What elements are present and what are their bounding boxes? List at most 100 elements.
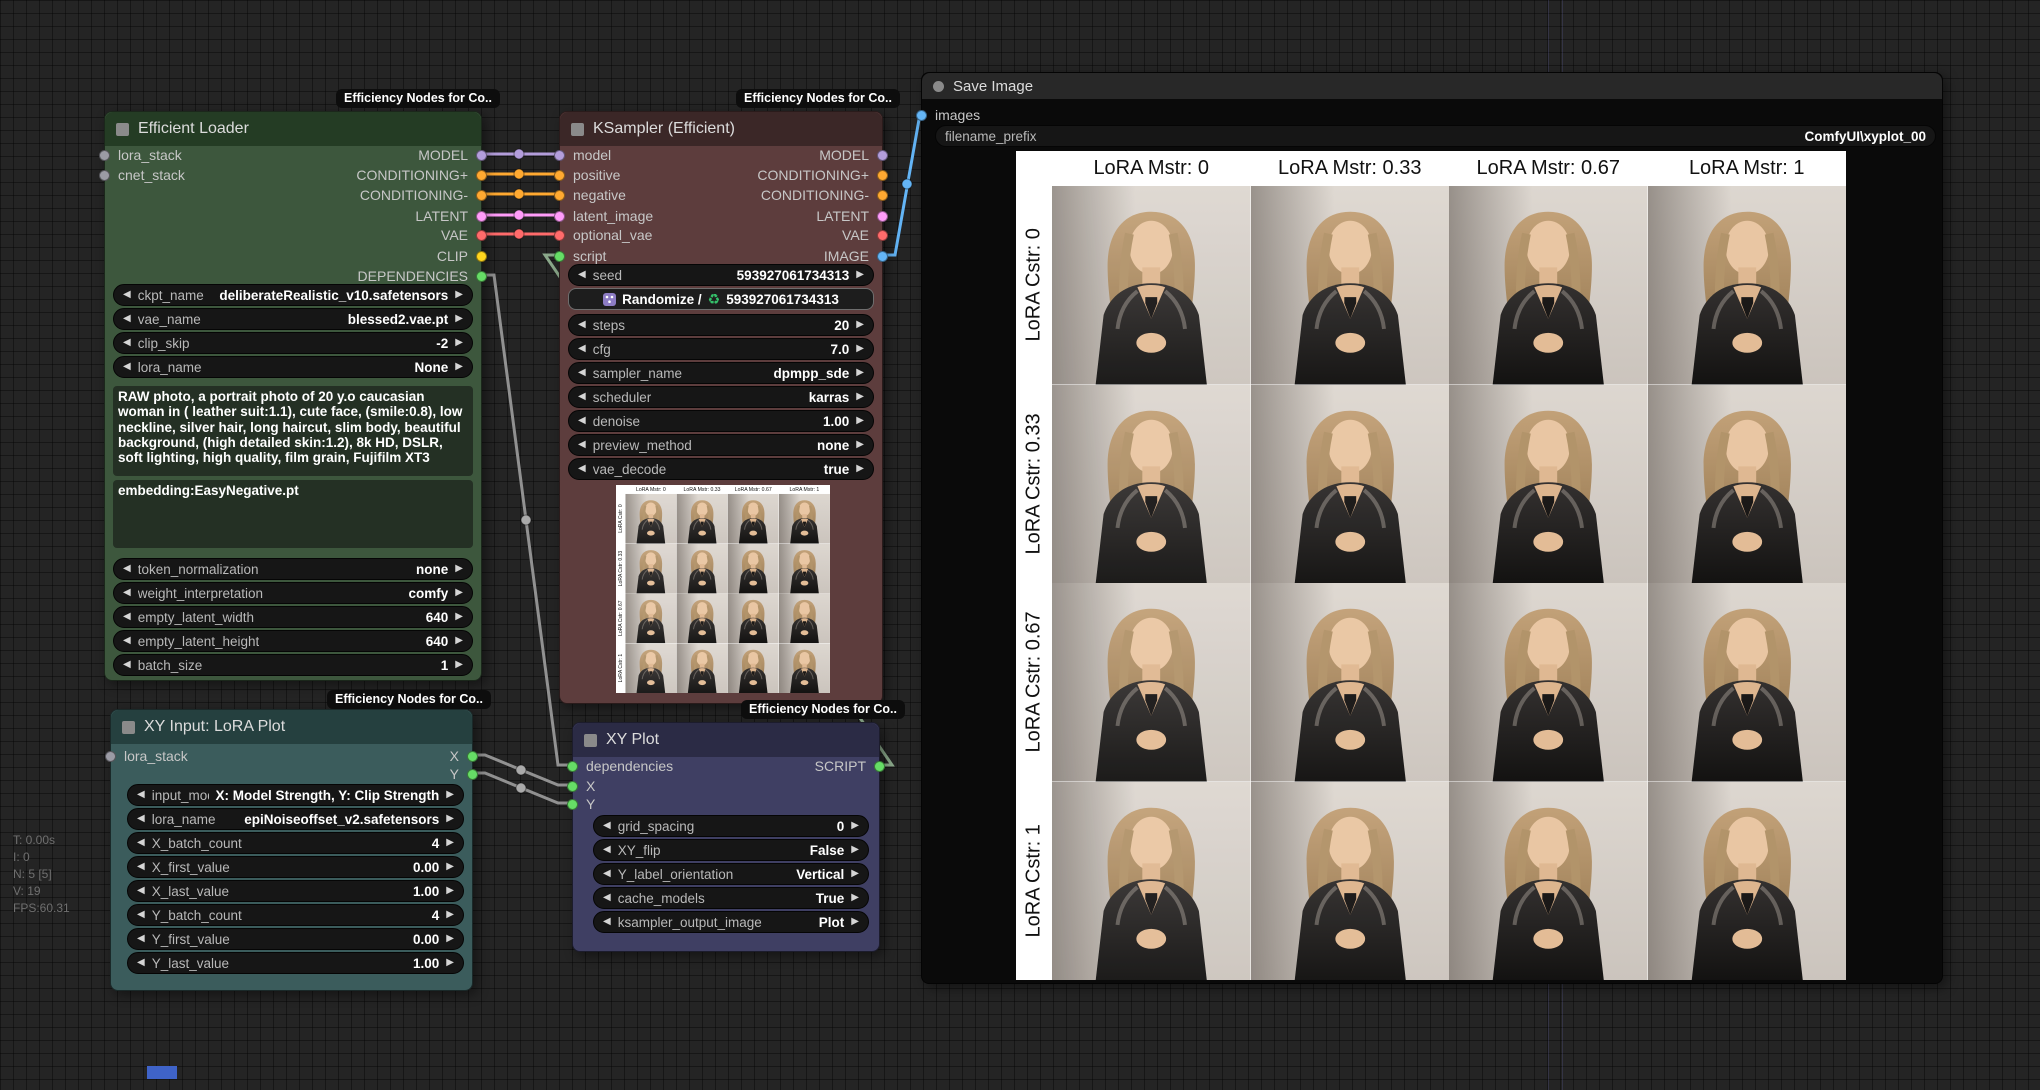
- right-arrow-icon[interactable]: ▶: [455, 314, 463, 324]
- right-arrow-icon[interactable]: ▶: [446, 862, 454, 872]
- widget-y-batch-count[interactable]: ◀Y_batch_count4▶: [127, 904, 464, 926]
- widget-y-first-value[interactable]: ◀Y_first_value0.00▶: [127, 928, 464, 950]
- right-arrow-icon[interactable]: ▶: [856, 320, 864, 330]
- right-arrow-icon[interactable]: ▶: [851, 917, 859, 927]
- port-dot[interactable]: [476, 271, 487, 282]
- widget-sampler-name[interactable]: ◀sampler_namedpmpp_sde▶: [568, 362, 874, 384]
- port-dot[interactable]: [476, 230, 487, 241]
- right-arrow-icon[interactable]: ▶: [856, 392, 864, 402]
- widget-cfg[interactable]: ◀cfg7.0▶: [568, 338, 874, 360]
- input-optional-vae[interactable]: optional_vae: [560, 225, 652, 245]
- right-arrow-icon[interactable]: ▶: [446, 790, 454, 800]
- node-titlebar[interactable]: Efficient Loader: [105, 112, 481, 146]
- left-arrow-icon[interactable]: ◀: [137, 886, 145, 896]
- right-arrow-icon[interactable]: ▶: [455, 636, 463, 646]
- left-arrow-icon[interactable]: ◀: [603, 869, 611, 879]
- left-arrow-icon[interactable]: ◀: [578, 440, 586, 450]
- output-latent[interactable]: LATENT: [816, 206, 882, 226]
- left-arrow-icon[interactable]: ◀: [137, 838, 145, 848]
- port-dot[interactable]: [554, 230, 565, 241]
- widget-x-batch-count[interactable]: ◀X_batch_count4▶: [127, 832, 464, 854]
- input-model[interactable]: model: [560, 145, 611, 165]
- node-xy-plot[interactable]: XY Plot dependencies X Y SCRIPT ◀grid_sp…: [572, 722, 880, 952]
- left-arrow-icon[interactable]: ◀: [578, 270, 586, 280]
- right-arrow-icon[interactable]: ▶: [856, 416, 864, 426]
- widget-batch-size[interactable]: ◀batch_size1▶: [113, 654, 473, 676]
- node-ksampler-efficient[interactable]: KSampler (Efficient) model positive nega…: [559, 111, 883, 704]
- port-dot[interactable]: [467, 751, 478, 762]
- output-vae[interactable]: VAE: [441, 225, 481, 245]
- left-arrow-icon[interactable]: ◀: [137, 814, 145, 824]
- left-arrow-icon[interactable]: ◀: [578, 344, 586, 354]
- port-dot[interactable]: [467, 769, 478, 780]
- node-titlebar[interactable]: XY Input: LoRA Plot: [111, 710, 472, 744]
- input-cnet-stack[interactable]: cnet_stack: [105, 165, 185, 185]
- output-vae[interactable]: VAE: [842, 225, 882, 245]
- widget-cache-models[interactable]: ◀cache_modelsTrue▶: [593, 887, 869, 909]
- right-arrow-icon[interactable]: ▶: [856, 344, 864, 354]
- input-positive[interactable]: positive: [560, 165, 620, 185]
- port-dot[interactable]: [554, 150, 565, 161]
- port-dot[interactable]: [99, 170, 110, 181]
- widget-denoise[interactable]: ◀denoise1.00▶: [568, 410, 874, 432]
- node-collapse-icon[interactable]: [933, 81, 944, 92]
- right-arrow-icon[interactable]: ▶: [446, 838, 454, 848]
- output-conditioning-plus[interactable]: CONDITIONING+: [757, 165, 882, 185]
- widget-xy-flip[interactable]: ◀XY_flipFalse▶: [593, 839, 869, 861]
- left-arrow-icon[interactable]: ◀: [123, 290, 131, 300]
- right-arrow-icon[interactable]: ▶: [851, 869, 859, 879]
- right-arrow-icon[interactable]: ▶: [455, 362, 463, 372]
- output-conditioning-minus[interactable]: CONDITIONING-: [761, 185, 882, 205]
- left-arrow-icon[interactable]: ◀: [123, 612, 131, 622]
- widget-lora-name[interactable]: ◀lora_nameepiNoiseoffset_v2.safetensors▶: [127, 808, 464, 830]
- output-latent[interactable]: LATENT: [415, 206, 481, 226]
- port-dot[interactable]: [554, 190, 565, 201]
- input-x[interactable]: X: [573, 776, 595, 796]
- port-dot[interactable]: [476, 211, 487, 222]
- input-latent-image[interactable]: latent_image: [560, 206, 653, 226]
- input-negative[interactable]: negative: [560, 185, 626, 205]
- node-titlebar[interactable]: XY Plot: [573, 723, 879, 757]
- port-dot[interactable]: [554, 251, 565, 262]
- widget-scheduler[interactable]: ◀schedulerkarras▶: [568, 386, 874, 408]
- output-y[interactable]: Y: [450, 764, 472, 784]
- right-arrow-icon[interactable]: ▶: [455, 564, 463, 574]
- left-arrow-icon[interactable]: ◀: [123, 338, 131, 348]
- output-model[interactable]: MODEL: [819, 145, 882, 165]
- left-arrow-icon[interactable]: ◀: [603, 845, 611, 855]
- widget-y-last-value[interactable]: ◀Y_last_value1.00▶: [127, 952, 464, 974]
- widget-x-first-value[interactable]: ◀X_first_value0.00▶: [127, 856, 464, 878]
- right-arrow-icon[interactable]: ▶: [446, 886, 454, 896]
- widget-weight-interpretation[interactable]: ◀weight_interpretationcomfy▶: [113, 582, 473, 604]
- left-arrow-icon[interactable]: ◀: [137, 790, 145, 800]
- left-arrow-icon[interactable]: ◀: [578, 464, 586, 474]
- port-dot[interactable]: [877, 190, 888, 201]
- output-model[interactable]: MODEL: [418, 145, 481, 165]
- port-dot[interactable]: [476, 150, 487, 161]
- left-arrow-icon[interactable]: ◀: [123, 636, 131, 646]
- right-arrow-icon[interactable]: ▶: [455, 588, 463, 598]
- right-arrow-icon[interactable]: ▶: [856, 270, 864, 280]
- left-arrow-icon[interactable]: ◀: [603, 893, 611, 903]
- widget-vae-name[interactable]: ◀vae_nameblessed2.vae.pt▶: [113, 308, 473, 330]
- left-arrow-icon[interactable]: ◀: [603, 917, 611, 927]
- input-images[interactable]: images: [922, 105, 980, 125]
- right-arrow-icon[interactable]: ▶: [851, 893, 859, 903]
- port-dot[interactable]: [476, 251, 487, 262]
- output-dependencies[interactable]: DEPENDENCIES: [358, 266, 481, 286]
- port-dot[interactable]: [476, 170, 487, 181]
- negative-prompt-textarea[interactable]: embedding:EasyNegative.pt: [113, 480, 473, 548]
- output-script[interactable]: SCRIPT: [815, 756, 879, 776]
- widget-clip-skip[interactable]: ◀clip_skip-2▶: [113, 332, 473, 354]
- right-arrow-icon[interactable]: ▶: [446, 814, 454, 824]
- left-arrow-icon[interactable]: ◀: [123, 314, 131, 324]
- widget-steps[interactable]: ◀steps20▶: [568, 314, 874, 336]
- port-dot[interactable]: [877, 251, 888, 262]
- widget-vae-decode[interactable]: ◀vae_decodetrue▶: [568, 458, 874, 480]
- widget-preview-method[interactable]: ◀preview_methodnone▶: [568, 434, 874, 456]
- output-conditioning-minus[interactable]: CONDITIONING-: [360, 185, 481, 205]
- right-arrow-icon[interactable]: ▶: [446, 934, 454, 944]
- input-lora-stack[interactable]: lora_stack: [111, 746, 188, 766]
- widget-filename-prefix[interactable]: filename_prefix ComfyUI\xyplot_00: [935, 125, 1936, 147]
- left-arrow-icon[interactable]: ◀: [137, 934, 145, 944]
